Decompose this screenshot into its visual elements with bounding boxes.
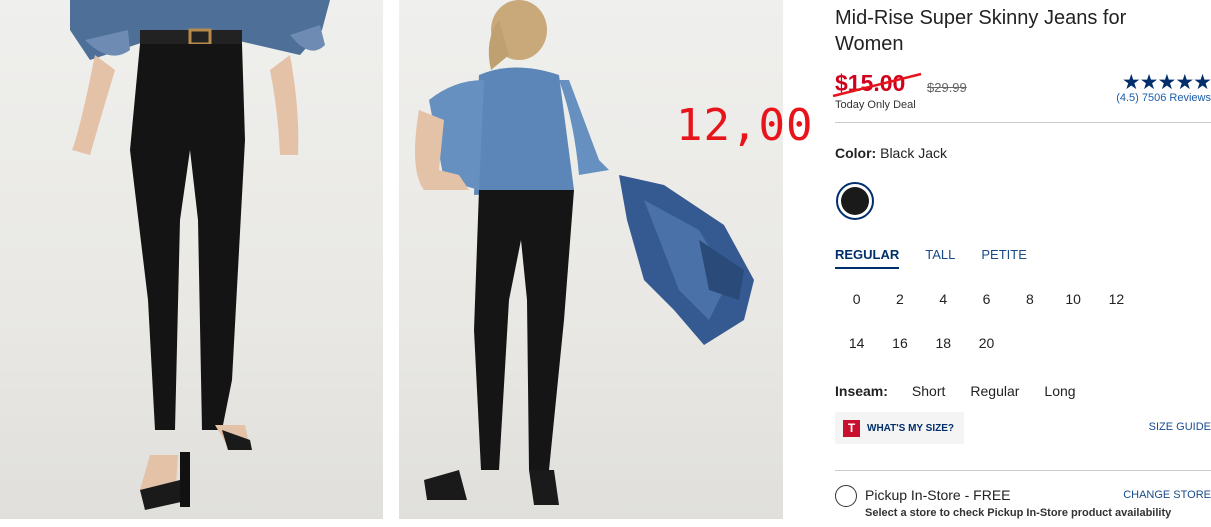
inseam-selector: Inseam: Short Regular Long xyxy=(835,383,1101,399)
inseam-option-long[interactable]: Long xyxy=(1044,383,1075,399)
size-guide-link[interactable]: SIZE GUIDE xyxy=(1149,421,1211,433)
original-price: $29.99 xyxy=(927,80,967,95)
change-store-link[interactable]: CHANGE STORE xyxy=(1123,489,1211,501)
divider xyxy=(835,122,1211,123)
inseam-option-short[interactable]: Short xyxy=(912,383,945,399)
product-info-panel: Mid-Rise Super Skinny Jeans for Women $1… xyxy=(832,0,1211,527)
inseam-option-regular[interactable]: Regular xyxy=(970,383,1019,399)
tab-tall[interactable]: TALL xyxy=(925,247,955,269)
size-option[interactable]: 20 xyxy=(965,330,1008,374)
true-fit-logo-icon: T xyxy=(843,419,860,437)
size-option[interactable]: 0 xyxy=(835,286,878,330)
whats-my-size-label: WHAT'S MY SIZE? xyxy=(867,422,955,434)
size-option[interactable]: 16 xyxy=(878,330,921,374)
tab-regular[interactable]: REGULAR xyxy=(835,247,900,269)
model-front-illustration xyxy=(70,0,330,510)
size-option[interactable]: 8 xyxy=(1008,286,1051,330)
handwritten-price-note: 12,00 xyxy=(676,100,814,151)
color-value: Black Jack xyxy=(880,145,948,161)
size-option[interactable]: 10 xyxy=(1051,286,1094,330)
product-title: Mid-Rise Super Skinny Jeans for Women xyxy=(835,7,1127,55)
deal-label: Today Only Deal xyxy=(835,99,916,111)
size-option[interactable]: 2 xyxy=(878,286,921,330)
whats-my-size-button[interactable]: T WHAT'S MY SIZE? xyxy=(835,412,964,444)
product-image-back[interactable] xyxy=(399,0,783,519)
size-option[interactable]: 4 xyxy=(922,286,965,330)
pickup-label: Pickup In-Store - FREE xyxy=(865,487,1011,503)
handwritten-strikethrough xyxy=(832,72,922,98)
divider xyxy=(835,470,1211,471)
tab-petite[interactable]: PETITE xyxy=(981,247,1027,269)
product-image-front[interactable] xyxy=(0,0,383,519)
inseam-label: Inseam: xyxy=(835,383,888,399)
size-selector: 0 2 4 6 8 10 12 14 16 18 20 xyxy=(835,286,1175,374)
pickup-radio[interactable] xyxy=(835,485,857,507)
pickup-note: Select a store to check Pickup In-Store … xyxy=(865,507,1172,519)
swatch-fill xyxy=(841,187,869,215)
size-option[interactable]: 12 xyxy=(1095,286,1138,330)
size-option[interactable]: 6 xyxy=(965,286,1008,330)
reviews-link[interactable]: (4.5) 7506 Reviews xyxy=(1116,92,1211,104)
model-back-illustration xyxy=(415,0,754,505)
size-option[interactable]: 14 xyxy=(835,330,878,374)
color-label-title: Color: xyxy=(835,145,877,161)
size-option[interactable]: 18 xyxy=(922,330,965,374)
color-label: Color: Black Jack xyxy=(835,145,947,161)
fit-tabs: REGULAR TALL PETITE xyxy=(835,247,1053,269)
color-swatch-black-jack[interactable] xyxy=(836,182,874,220)
